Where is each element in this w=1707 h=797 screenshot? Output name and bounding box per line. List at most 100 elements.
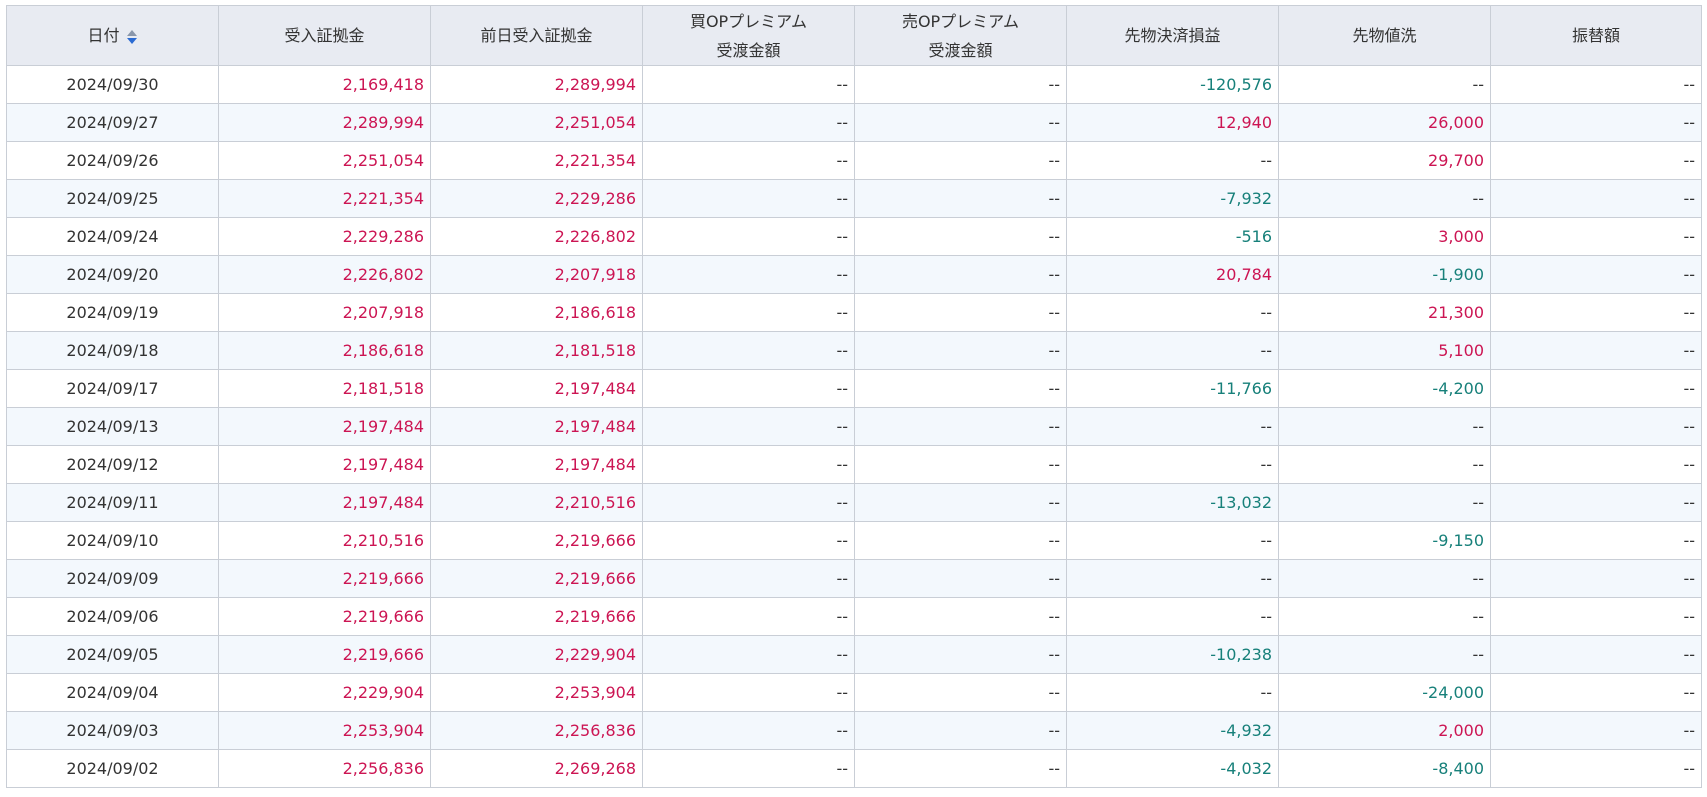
cell-sell-op-premium: -- <box>854 673 1067 712</box>
cell-date: 2024/09/11 <box>6 483 219 522</box>
cell-prev-margin: 2,229,286 <box>430 179 643 218</box>
cell-prev-margin: 2,253,904 <box>430 673 643 712</box>
cell-transfer-amount: -- <box>1490 407 1702 446</box>
cell-transfer-amount: -- <box>1490 711 1702 750</box>
cell-prev-margin: 2,197,484 <box>430 445 643 484</box>
cell-buy-op-premium: -- <box>642 141 855 180</box>
cell-transfer-amount: -- <box>1490 255 1702 294</box>
cell-sell-op-premium: -- <box>854 635 1067 674</box>
cell-futures-settlement-pl: -120,576 <box>1066 65 1279 104</box>
cell-date: 2024/09/05 <box>6 635 219 674</box>
table-row: 2024/09/17 2,181,518 2,197,484 -- -- -11,766-… <box>6 369 1702 408</box>
sort-icon[interactable] <box>126 28 138 46</box>
cell-margin: 2,221,354 <box>218 179 431 218</box>
cell-margin: 2,207,918 <box>218 293 431 332</box>
table-row: 2024/09/13 2,197,484 2,197,484 -- -- -- -- -- <box>6 407 1702 446</box>
column-header-label: 先物値洗 <box>1352 26 1417 45</box>
margin-history-panel: 日付 受入証拠金 前日受入証拠金 買OPプレミアム 受渡金額 売OPプレミアム … <box>0 0 1707 788</box>
cell-buy-op-premium: -- <box>642 635 855 674</box>
cell-transfer-amount: -- <box>1490 559 1702 598</box>
cell-futures-settlement-pl: 20,784 <box>1066 255 1279 294</box>
table-row: 2024/09/02 2,256,836 2,269,268 -- -- -4,032 -8… <box>6 749 1702 788</box>
cell-margin: 2,219,666 <box>218 635 431 674</box>
cell-prev-margin: 2,226,802 <box>430 217 643 256</box>
table-row: 2024/09/25 2,221,354 2,229,286 -- -- -7,932 --… <box>6 179 1702 218</box>
cell-sell-op-premium: -- <box>854 179 1067 218</box>
cell-prev-margin: 2,219,666 <box>430 521 643 560</box>
cell-prev-margin: 2,251,054 <box>430 103 643 142</box>
cell-prev-margin: 2,289,994 <box>430 65 643 104</box>
cell-futures-settlement-pl: -516 <box>1066 217 1279 256</box>
cell-prev-margin: 2,186,618 <box>430 293 643 332</box>
column-header-label: 日付 <box>87 26 120 45</box>
cell-margin: 2,219,666 <box>218 559 431 598</box>
cell-margin: 2,229,286 <box>218 217 431 256</box>
cell-futures-settlement-pl: -- <box>1066 445 1279 484</box>
column-header-sell-op-premium: 売OPプレミアム 受渡金額 <box>854 5 1067 66</box>
column-header-futures-mark-to-market: 先物値洗 <box>1278 5 1491 66</box>
table-row: 2024/09/24 2,229,286 2,226,802 -- -- -516 3,00… <box>6 217 1702 256</box>
cell-buy-op-premium: -- <box>642 597 855 636</box>
cell-margin: 2,256,836 <box>218 749 431 788</box>
cell-margin: 2,226,802 <box>218 255 431 294</box>
cell-margin: 2,229,904 <box>218 673 431 712</box>
cell-date: 2024/09/25 <box>6 179 219 218</box>
cell-futures-settlement-pl: -- <box>1066 559 1279 598</box>
cell-sell-op-premium: -- <box>854 65 1067 104</box>
cell-futures-mark-to-market: 5,100 <box>1278 331 1491 370</box>
cell-futures-mark-to-market: -24,000 <box>1278 673 1491 712</box>
column-header-prev-margin: 前日受入証拠金 <box>430 5 643 66</box>
cell-futures-settlement-pl: -- <box>1066 293 1279 332</box>
cell-sell-op-premium: -- <box>854 597 1067 636</box>
cell-margin: 2,289,994 <box>218 103 431 142</box>
cell-margin: 2,197,484 <box>218 407 431 446</box>
cell-futures-settlement-pl: -- <box>1066 673 1279 712</box>
cell-margin: 2,197,484 <box>218 445 431 484</box>
cell-futures-settlement-pl: -11,766 <box>1066 369 1279 408</box>
cell-sell-op-premium: -- <box>854 711 1067 750</box>
cell-futures-mark-to-market: -8,400 <box>1278 749 1491 788</box>
cell-sell-op-premium: -- <box>854 559 1067 598</box>
cell-prev-margin: 2,210,516 <box>430 483 643 522</box>
cell-futures-mark-to-market: -4,200 <box>1278 369 1491 408</box>
column-header-buy-op-premium: 買OPプレミアム 受渡金額 <box>642 5 855 66</box>
column-header-margin: 受入証拠金 <box>218 5 431 66</box>
cell-sell-op-premium: -- <box>854 407 1067 446</box>
cell-date: 2024/09/20 <box>6 255 219 294</box>
cell-sell-op-premium: -- <box>854 217 1067 256</box>
cell-futures-mark-to-market: -- <box>1278 559 1491 598</box>
cell-transfer-amount: -- <box>1490 483 1702 522</box>
cell-prev-margin: 2,229,904 <box>430 635 643 674</box>
cell-prev-margin: 2,256,836 <box>430 711 643 750</box>
cell-prev-margin: 2,219,666 <box>430 597 643 636</box>
cell-futures-mark-to-market: 26,000 <box>1278 103 1491 142</box>
cell-transfer-amount: -- <box>1490 293 1702 332</box>
table-row: 2024/09/19 2,207,918 2,186,618 -- -- -- 21,300… <box>6 293 1702 332</box>
table-row: 2024/09/26 2,251,054 2,221,354 -- -- -- 29,700… <box>6 141 1702 180</box>
cell-futures-settlement-pl: 12,940 <box>1066 103 1279 142</box>
cell-sell-op-premium: -- <box>854 445 1067 484</box>
cell-futures-mark-to-market: -1,900 <box>1278 255 1491 294</box>
column-header-label: 買OPプレミアム <box>689 11 808 31</box>
cell-transfer-amount: -- <box>1490 179 1702 218</box>
column-header-label: 前日受入証拠金 <box>480 26 593 45</box>
cell-date: 2024/09/03 <box>6 711 219 750</box>
cell-margin: 2,251,054 <box>218 141 431 180</box>
cell-buy-op-premium: -- <box>642 369 855 408</box>
cell-buy-op-premium: -- <box>642 711 855 750</box>
cell-buy-op-premium: -- <box>642 559 855 598</box>
cell-transfer-amount: -- <box>1490 103 1702 142</box>
column-header-label: 受入証拠金 <box>284 26 365 45</box>
cell-futures-mark-to-market: 29,700 <box>1278 141 1491 180</box>
column-header-date[interactable]: 日付 <box>6 5 219 66</box>
cell-futures-settlement-pl: -- <box>1066 331 1279 370</box>
cell-transfer-amount: -- <box>1490 369 1702 408</box>
cell-prev-margin: 2,219,666 <box>430 559 643 598</box>
cell-futures-settlement-pl: -- <box>1066 141 1279 180</box>
cell-sell-op-premium: -- <box>854 255 1067 294</box>
cell-buy-op-premium: -- <box>642 483 855 522</box>
cell-buy-op-premium: -- <box>642 217 855 256</box>
table-body: 2024/09/30 2,169,418 2,289,994 -- -- -120,576… <box>6 65 1702 788</box>
cell-buy-op-premium: -- <box>642 749 855 788</box>
cell-transfer-amount: -- <box>1490 445 1702 484</box>
